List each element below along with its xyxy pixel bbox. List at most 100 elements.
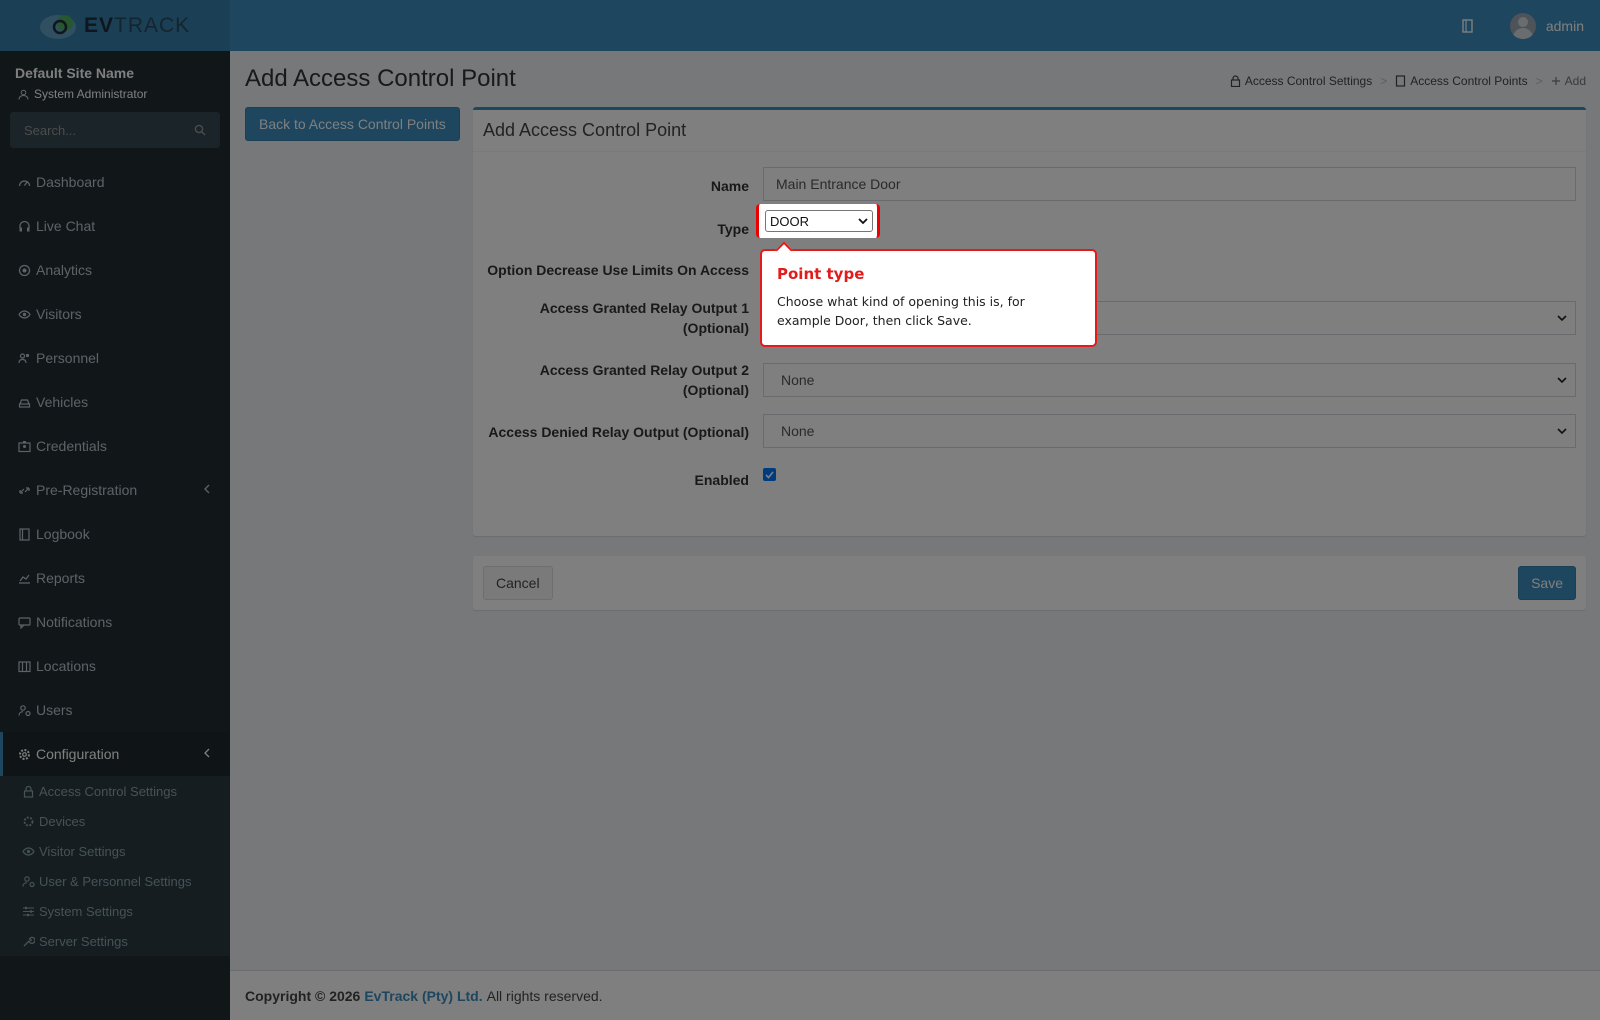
type-select-highlight: DOOR	[756, 204, 880, 238]
main-content: Add Access Control Point Access Control …	[230, 51, 1600, 970]
breadcrumb-separator: >	[1380, 74, 1388, 88]
sidebar-search	[10, 112, 220, 148]
denied-relay-label: Access Denied Relay Output (Optional)	[488, 424, 749, 440]
logo-mark-icon	[38, 10, 82, 42]
guide-tooltip: Point type Choose what kind of opening t…	[760, 249, 1097, 347]
configuration-submenu: Access Control Settings Devices Visitor …	[0, 776, 230, 956]
plus-icon	[1551, 77, 1560, 85]
sidebar-item-users[interactable]: Users	[0, 688, 230, 732]
user-cog-icon	[18, 704, 31, 716]
chart-icon	[19, 574, 30, 584]
sidebar-item-credentials[interactable]: Credentials	[0, 424, 230, 468]
chevron-down-icon	[1557, 314, 1567, 321]
sidebar-item-visitors[interactable]: Visitors	[0, 292, 230, 336]
chat-icon	[18, 616, 31, 629]
sidebar-item-logbook[interactable]: Logbook	[0, 512, 230, 556]
chevron-left-icon[interactable]	[203, 484, 211, 494]
wrench-icon	[23, 936, 35, 946]
breadcrumb-item-access-control-settings[interactable]: Access Control Settings	[1230, 74, 1372, 88]
footer: Copyright © 2026 EvTrack (Pty) Ltd. All …	[230, 970, 1600, 1020]
map-icon	[18, 660, 31, 672]
eye-icon	[22, 846, 35, 856]
gear-icon	[19, 748, 30, 760]
sidebar-item-live-chat[interactable]: Live Chat	[0, 204, 230, 248]
logo-text: EVTRACK	[84, 13, 191, 37]
lock-icon	[1230, 75, 1240, 87]
users-icon	[18, 352, 30, 363]
option-decrease-label: Option Decrease Use Limits On Access	[487, 262, 749, 278]
door-icon	[1396, 75, 1406, 87]
type-select[interactable]: DOOR	[765, 210, 873, 232]
tooltip-title: Point type	[777, 265, 865, 283]
id-card-icon	[18, 440, 31, 452]
headset-icon	[19, 220, 30, 231]
enabled-label: Enabled	[694, 472, 749, 488]
eye-icon	[18, 309, 31, 319]
sidebar-subitem-access-control-settings[interactable]: Access Control Settings	[0, 776, 230, 806]
relay2-select[interactable]: None	[763, 363, 1576, 397]
sidebar-subitem-server-settings[interactable]: Server Settings	[0, 926, 230, 956]
sidebar-subitem-devices[interactable]: Devices	[0, 806, 230, 836]
sidebar-item-notifications[interactable]: Notifications	[0, 600, 230, 644]
footer-copyright: Copyright © 2026	[245, 987, 361, 1004]
chevron-down-icon	[1557, 376, 1567, 383]
user-avatar[interactable]	[1509, 12, 1536, 39]
name-label: Name	[710, 178, 749, 194]
top-header: EVTRACK admin	[0, 0, 1600, 51]
sidebar-subitem-visitor-settings[interactable]: Visitor Settings	[0, 836, 230, 866]
user-icon	[18, 89, 29, 100]
site-name: Default Site Name	[15, 65, 135, 81]
chevron-down-icon	[858, 217, 868, 224]
user-menu-name[interactable]: admin	[1546, 18, 1584, 34]
checkmark-icon	[765, 470, 774, 479]
navbar: admin	[230, 0, 1600, 51]
tooltip-body: Choose what kind of opening this is, for…	[777, 294, 1025, 328]
chevron-down-icon	[1557, 427, 1567, 434]
name-input[interactable]: Main Entrance Door	[763, 167, 1576, 201]
save-button[interactable]: Save	[1518, 566, 1576, 600]
form-actions: Cancel Save	[473, 556, 1586, 610]
chip-icon	[23, 816, 34, 826]
cancel-button[interactable]: Cancel	[483, 566, 553, 600]
page-title: Add Access Control Point	[245, 65, 516, 92]
sidebar-item-vehicles[interactable]: Vehicles	[0, 380, 230, 424]
car-icon	[18, 398, 31, 408]
sidebar-subitem-system-settings[interactable]: System Settings	[0, 896, 230, 926]
sidebar-item-reports[interactable]: Reports	[0, 556, 230, 600]
breadcrumb-item-add: Add	[1551, 74, 1586, 88]
denied-relay-select[interactable]: None	[763, 414, 1576, 448]
breadcrumb: Access Control Settings > Access Control…	[1230, 74, 1586, 88]
user-cog-icon	[22, 875, 35, 887]
search-input[interactable]	[24, 122, 174, 138]
relay1-label: Access Granted Relay Output 1 (Optional)	[539, 300, 749, 336]
sidebar-subitem-user-personnel-settings[interactable]: User & Personnel Settings	[0, 866, 230, 896]
book-icon[interactable]	[1460, 18, 1476, 34]
target-icon	[18, 264, 31, 276]
sidebar-menu: Dashboard Live Chat Analytics Visitors P…	[0, 160, 230, 776]
logo[interactable]: EVTRACK	[0, 0, 230, 51]
enabled-checkbox[interactable]	[763, 468, 776, 481]
sidebar-item-locations[interactable]: Locations	[0, 644, 230, 688]
form-header: Add Access Control Point	[473, 110, 1586, 152]
book-icon	[19, 527, 30, 541]
arrows-icon	[19, 486, 30, 494]
footer-company-link[interactable]: EvTrack (Pty) Ltd.	[364, 988, 482, 1004]
sliders-icon	[23, 906, 34, 916]
dashboard-icon	[18, 179, 31, 186]
sidebar-item-pre-registration[interactable]: Pre-Registration	[0, 468, 230, 512]
sidebar-item-analytics[interactable]: Analytics	[0, 248, 230, 292]
lock-icon	[23, 785, 34, 798]
site-role: System Administrator	[0, 81, 230, 101]
chevron-left-icon[interactable]	[203, 748, 211, 758]
back-to-access-control-points-button[interactable]: Back to Access Control Points	[245, 107, 460, 141]
sidebar-item-personnel[interactable]: Personnel	[0, 336, 230, 380]
sidebar-item-configuration[interactable]: Configuration	[0, 732, 230, 776]
type-label: Type	[717, 221, 749, 237]
sidebar-item-dashboard[interactable]: Dashboard	[0, 160, 230, 204]
relay2-label: Access Granted Relay Output 2 (Optional)	[539, 362, 749, 398]
sidebar: Default Site Name System Administrator D…	[0, 51, 230, 1020]
site-role-label: System Administrator	[34, 87, 148, 101]
footer-rights: All rights reserved.	[486, 987, 603, 1004]
search-icon[interactable]	[194, 124, 206, 136]
breadcrumb-item-access-control-points[interactable]: Access Control Points	[1395, 74, 1528, 88]
